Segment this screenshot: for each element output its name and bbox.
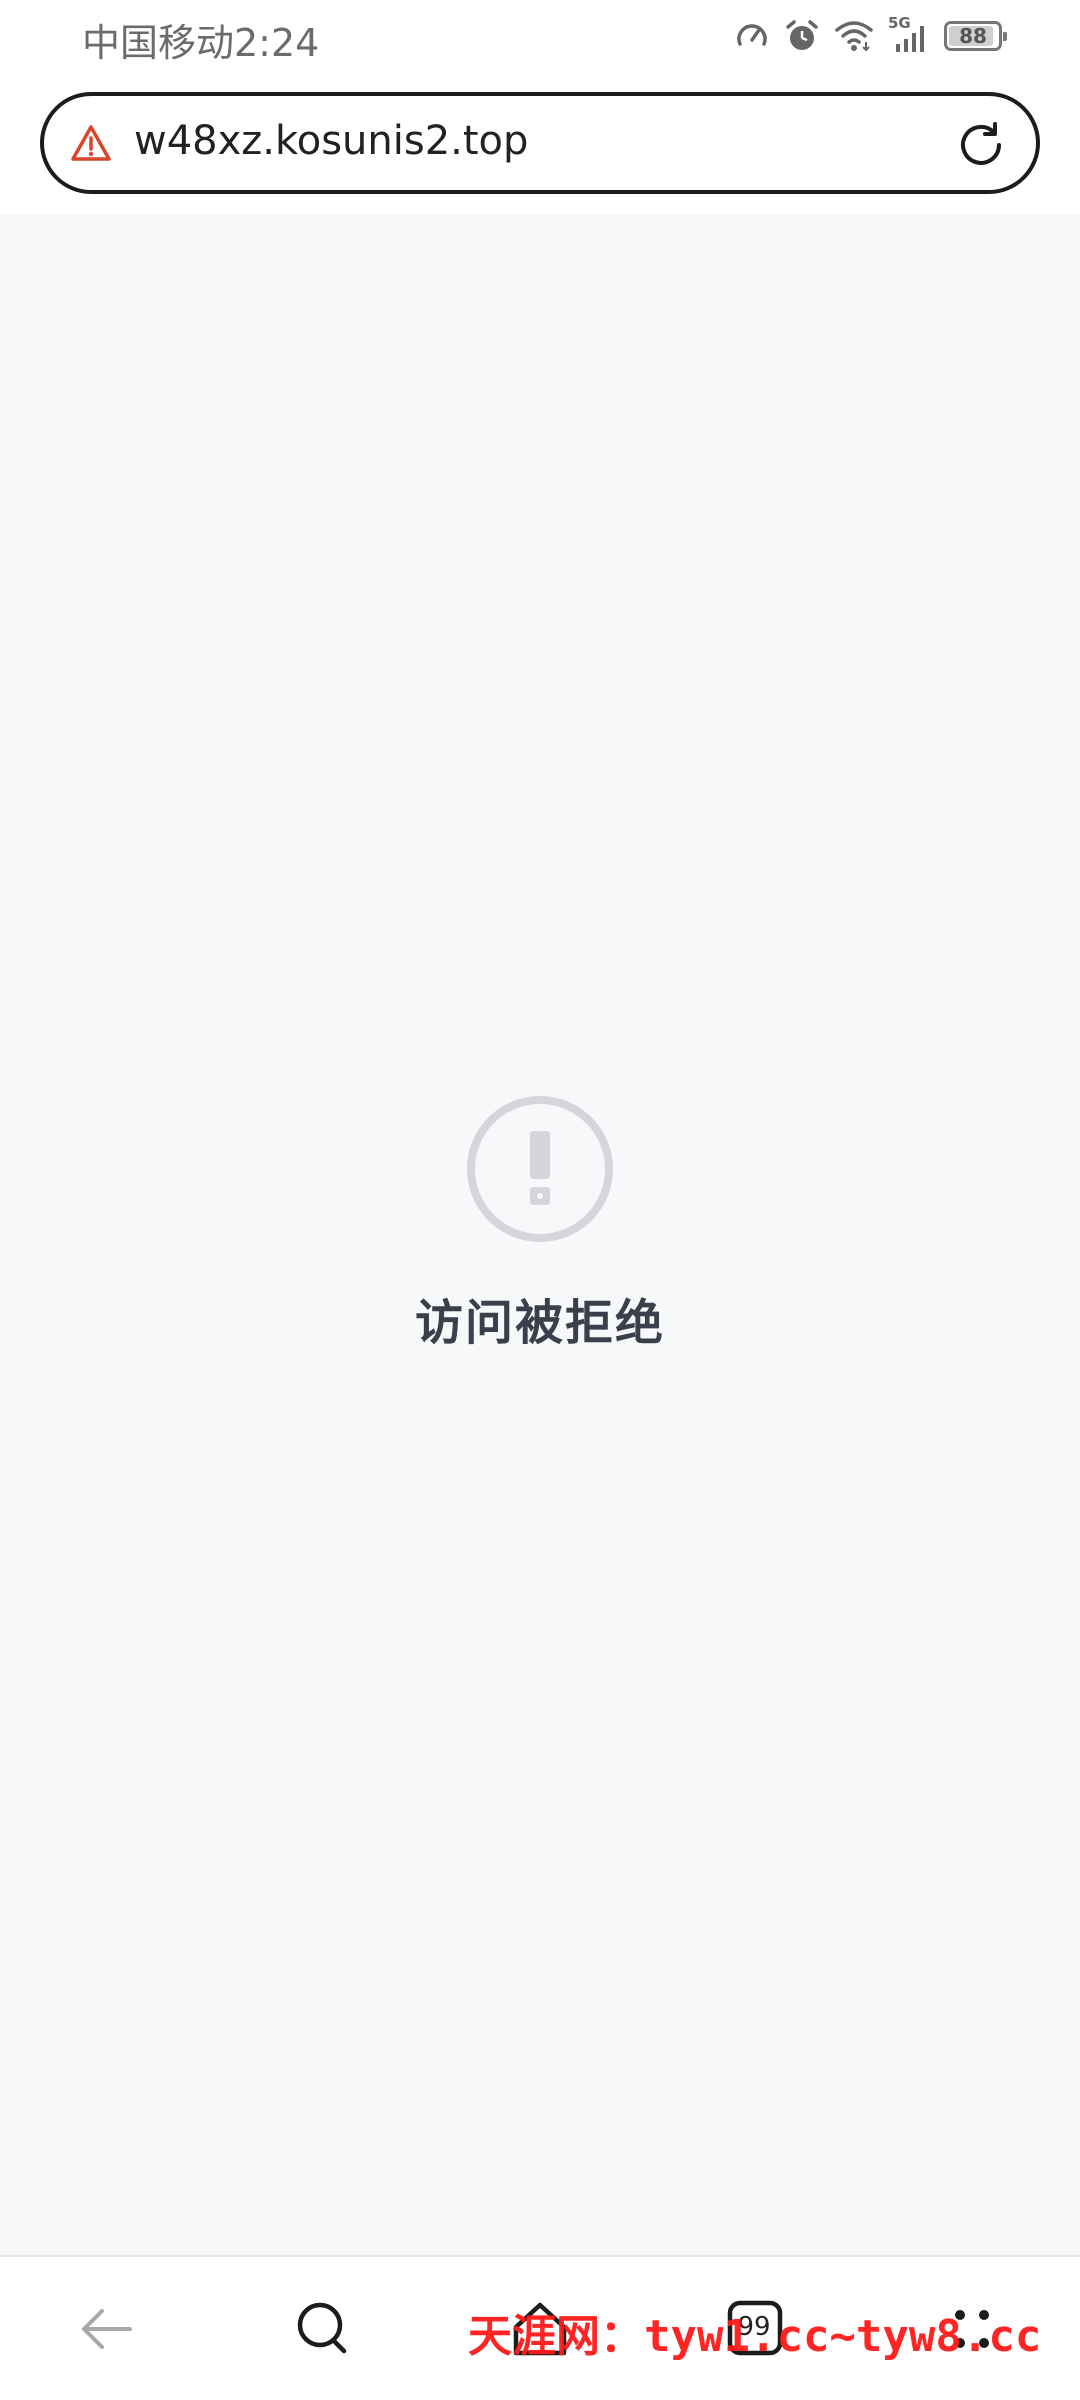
status-bar: 中国移动2:24 5G 88 [0, 0, 1080, 80]
url-text[interactable]: w48xz.kosunis2.top [134, 118, 528, 164]
back-button[interactable] [76, 2297, 140, 2361]
reload-icon[interactable] [954, 118, 1008, 172]
address-area: w48xz.kosunis2.top [0, 80, 1080, 215]
error-title: 访问被拒绝 [414, 1295, 665, 1351]
status-icons: 5G 88 [734, 14, 1007, 58]
signal-icon: 5G [888, 14, 930, 54]
alarm-icon [786, 20, 818, 50]
exclamation-circle-icon [467, 1096, 613, 1242]
battery-level: 88 [959, 24, 987, 48]
speed-icon [737, 24, 767, 46]
battery-icon: 88 [944, 21, 1007, 51]
warning-icon[interactable] [70, 123, 112, 163]
search-button[interactable] [292, 2297, 356, 2361]
watermark-text: 天涯网：tyw1.cc~tyw8.cc [468, 2311, 1042, 2362]
error-page: 访问被拒绝 [0, 215, 1080, 2255]
address-bar[interactable]: w48xz.kosunis2.top [40, 92, 1040, 194]
wifi-icon [835, 21, 873, 52]
carrier-time: 中国移动2:24 [82, 21, 320, 65]
back-icon [82, 2309, 132, 2349]
search-icon [297, 2302, 347, 2354]
